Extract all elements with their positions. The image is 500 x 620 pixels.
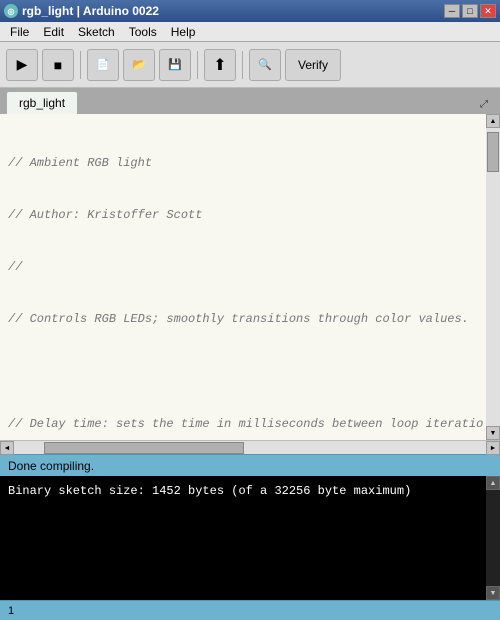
minimize-button[interactable]: ─	[444, 4, 460, 18]
tab-label: rgb_light	[19, 96, 65, 110]
scroll-track-h[interactable]	[14, 441, 486, 454]
menu-item-edit[interactable]: Edit	[37, 23, 70, 41]
code-line-6: // Delay time: sets the time in millisec…	[8, 416, 478, 433]
tab-bar: rgb_light ⤢	[0, 88, 500, 114]
scroll-right-arrow[interactable]: ►	[486, 441, 500, 455]
console-scroll-up[interactable]: ▲	[486, 476, 500, 490]
console-scrollbar[interactable]: ▲ ▼	[486, 476, 500, 600]
toolbar-separator-3	[242, 51, 243, 79]
vertical-scrollbar[interactable]: ▲ ▼	[486, 114, 500, 440]
scroll-thumb-v[interactable]	[487, 132, 499, 172]
verify-button[interactable]: Verify	[285, 49, 341, 81]
close-button[interactable]: ✕	[480, 4, 496, 18]
app-icon: ◎	[4, 4, 18, 18]
console-scroll-down[interactable]: ▼	[486, 586, 500, 600]
code-line-2: // Author: Kristoffer Scott	[8, 207, 478, 224]
menu-item-file[interactable]: File	[4, 23, 35, 41]
scroll-left-arrow[interactable]: ◄	[0, 441, 14, 455]
status-text: Done compiling.	[8, 459, 94, 473]
title-bar: ◎ rgb_light | Arduino 0022 ─ □ ✕	[0, 0, 500, 22]
menu-item-tools[interactable]: Tools	[123, 23, 163, 41]
stop-button[interactable]: ■	[42, 49, 74, 81]
menu-item-help[interactable]: Help	[165, 23, 202, 41]
main-content: rgb_light ⤢ // Ambient RGB light // Auth…	[0, 88, 500, 600]
code-line-4: // Controls RGB LEDs; smoothly transitio…	[8, 311, 478, 328]
open-button[interactable]: 📂	[123, 49, 155, 81]
code-line-1: // Ambient RGB light	[8, 155, 478, 172]
maximize-button[interactable]: □	[462, 4, 478, 18]
code-line-3: //	[8, 259, 478, 276]
window-title: rgb_light | Arduino 0022	[22, 4, 159, 18]
code-area: // Ambient RGB light // Author: Kristoff…	[0, 114, 500, 440]
play-button[interactable]: ▶	[6, 49, 38, 81]
console-output: Binary sketch size: 1452 bytes (of a 322…	[0, 476, 500, 600]
scroll-up-arrow[interactable]: ▲	[486, 114, 500, 128]
scroll-track-v[interactable]	[486, 128, 500, 426]
tab-expand-button[interactable]: ⤢	[474, 94, 494, 114]
new-button[interactable]: 📄	[87, 49, 119, 81]
toolbar-separator-2	[197, 51, 198, 79]
console-container: Binary sketch size: 1452 bytes (of a 322…	[0, 476, 500, 600]
line-number: 1	[8, 605, 14, 617]
serial-monitor-button[interactable]: 🔍	[249, 49, 281, 81]
bottom-status-bar: 1	[0, 600, 500, 620]
scroll-down-arrow[interactable]: ▼	[486, 426, 500, 440]
window-controls[interactable]: ─ □ ✕	[444, 4, 496, 18]
toolbar-separator-1	[80, 51, 81, 79]
code-editor[interactable]: // Ambient RGB light // Author: Kristoff…	[0, 114, 486, 440]
horizontal-scrollbar[interactable]: ◄ ►	[0, 440, 500, 454]
scroll-thumb-h[interactable]	[44, 442, 244, 454]
editor-status-bar: Done compiling.	[0, 454, 500, 476]
editor-container: // Ambient RGB light // Author: Kristoff…	[0, 114, 500, 454]
save-button[interactable]: 💾	[159, 49, 191, 81]
console-line-3: Binary sketch size: 1452 bytes (of a 322…	[8, 482, 492, 500]
title-bar-left: ◎ rgb_light | Arduino 0022	[4, 4, 159, 18]
tab-rgb-light[interactable]: rgb_light	[6, 91, 78, 114]
console-scroll-track	[486, 490, 500, 586]
menu-item-sketch[interactable]: Sketch	[72, 23, 121, 41]
menu-bar: FileEditSketchToolsHelp	[0, 22, 500, 42]
toolbar: ▶ ■ 📄 📂 💾 ⬆ 🔍 Verify	[0, 42, 500, 88]
code-line-5	[8, 363, 478, 380]
upload-button[interactable]: ⬆	[204, 49, 236, 81]
